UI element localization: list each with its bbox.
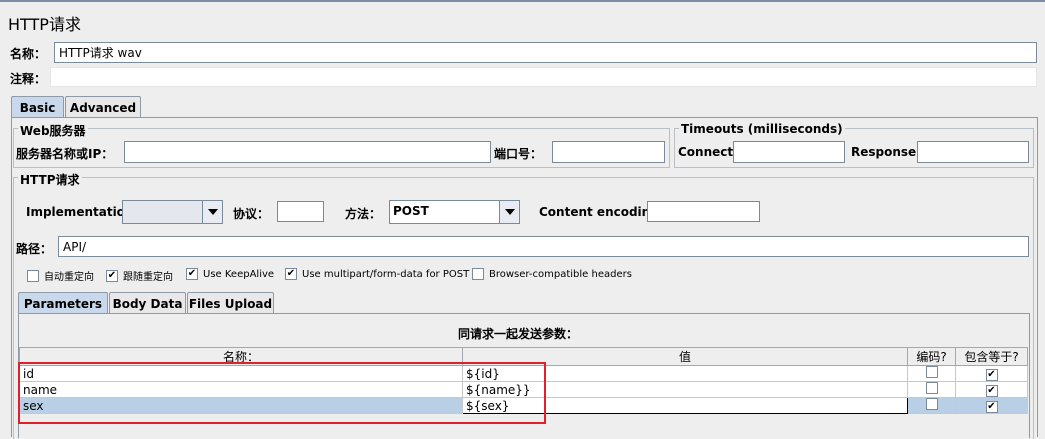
check-icon[interactable]: ✔: [985, 401, 998, 413]
implementation-value: [123, 201, 202, 223]
tab-advanced[interactable]: Advanced: [65, 96, 141, 118]
column-header-include-equals[interactable]: 包含等于?: [955, 347, 1028, 366]
encode-cell[interactable]: [907, 365, 956, 382]
response-label: Response:: [851, 145, 921, 159]
encode-checkbox[interactable]: [925, 398, 938, 410]
method-label: 方法：: [345, 207, 382, 221]
checkbox-box: [27, 269, 39, 282]
encoding-input[interactable]: [647, 201, 760, 222]
check-icon: ✔: [285, 268, 297, 280]
name-label: 名称：: [10, 47, 47, 61]
port-label: 端口号：: [494, 147, 543, 161]
follow-redirects-checkbox[interactable]: ✔ 跟随重定向: [106, 268, 173, 283]
checkbox-label: 自动重定向: [44, 272, 94, 283]
tab-body-data[interactable]: Body Data: [109, 292, 186, 314]
comment-label: 注释：: [10, 72, 47, 86]
include-equals-cell[interactable]: ✔: [955, 397, 1028, 414]
chevron-down-icon: [207, 209, 218, 215]
server-label: 服务器名称或IP：: [16, 147, 114, 161]
tab-parameters[interactable]: Parameters: [18, 292, 108, 314]
tab-files-upload[interactable]: Files Upload: [187, 292, 274, 314]
checkbox-label: Use multipart/form-data for POST: [302, 268, 470, 280]
method-dropdown-button[interactable]: [499, 201, 519, 223]
check-icon: ✔: [186, 268, 198, 280]
encode-cell[interactable]: [907, 397, 956, 414]
column-header-encode[interactable]: 编码?: [907, 347, 956, 366]
encode-checkbox[interactable]: [925, 382, 938, 394]
page-title: HTTP请求: [8, 15, 81, 34]
http-request-title: HTTP请求: [18, 171, 82, 188]
method-value: POST: [393, 204, 429, 218]
browser-compatible-headers-checkbox[interactable]: Browser-compatible headers: [472, 268, 632, 280]
comment-input[interactable]: [50, 67, 1037, 87]
follow-redirect-auto-checkbox[interactable]: 自动重定向: [27, 268, 94, 283]
path-label: 路径：: [16, 242, 53, 256]
implementation-dropdown-button[interactable]: [202, 201, 222, 223]
name-input[interactable]: [54, 42, 1037, 63]
response-input[interactable]: [917, 141, 1029, 163]
tab-basic[interactable]: Basic: [11, 96, 64, 118]
timeouts-title: Timeouts (milliseconds): [679, 122, 845, 136]
highlight-annotation-box: [18, 362, 546, 424]
checkbox-label: Use KeepAlive: [203, 268, 275, 280]
web-server-title: Web服务器: [18, 122, 88, 139]
check-icon[interactable]: ✔: [985, 385, 998, 397]
encoding-label: Content encoding:: [539, 205, 664, 219]
implementation-select[interactable]: [122, 200, 223, 224]
check-icon: ✔: [106, 269, 118, 282]
protocol-input[interactable]: [277, 201, 324, 222]
server-input[interactable]: [124, 141, 491, 163]
check-icon[interactable]: ✔: [985, 369, 998, 381]
checkbox-label: 跟随重定向: [123, 272, 173, 283]
protocol-label: 协议：: [233, 207, 270, 221]
encode-cell[interactable]: [907, 381, 956, 398]
window-top-border: [0, 0, 1045, 2]
connect-label: Connect:: [678, 145, 738, 159]
checkbox-label: Browser-compatible headers: [489, 268, 632, 280]
port-input[interactable]: [552, 141, 665, 163]
use-multipart-checkbox[interactable]: ✔ Use multipart/form-data for POST: [285, 268, 469, 280]
path-input[interactable]: [58, 236, 1029, 257]
checkbox-box: [472, 268, 484, 280]
method-select[interactable]: POST: [389, 200, 520, 224]
connect-input[interactable]: [733, 141, 845, 163]
chevron-down-icon: [504, 209, 515, 215]
use-keepalive-checkbox[interactable]: ✔ Use KeepAlive: [186, 268, 274, 280]
include-equals-cell[interactable]: ✔: [955, 365, 1028, 382]
params-caption: 同请求一起发送参数：: [458, 327, 579, 341]
encode-checkbox[interactable]: [925, 366, 938, 378]
include-equals-cell[interactable]: ✔: [955, 381, 1028, 398]
